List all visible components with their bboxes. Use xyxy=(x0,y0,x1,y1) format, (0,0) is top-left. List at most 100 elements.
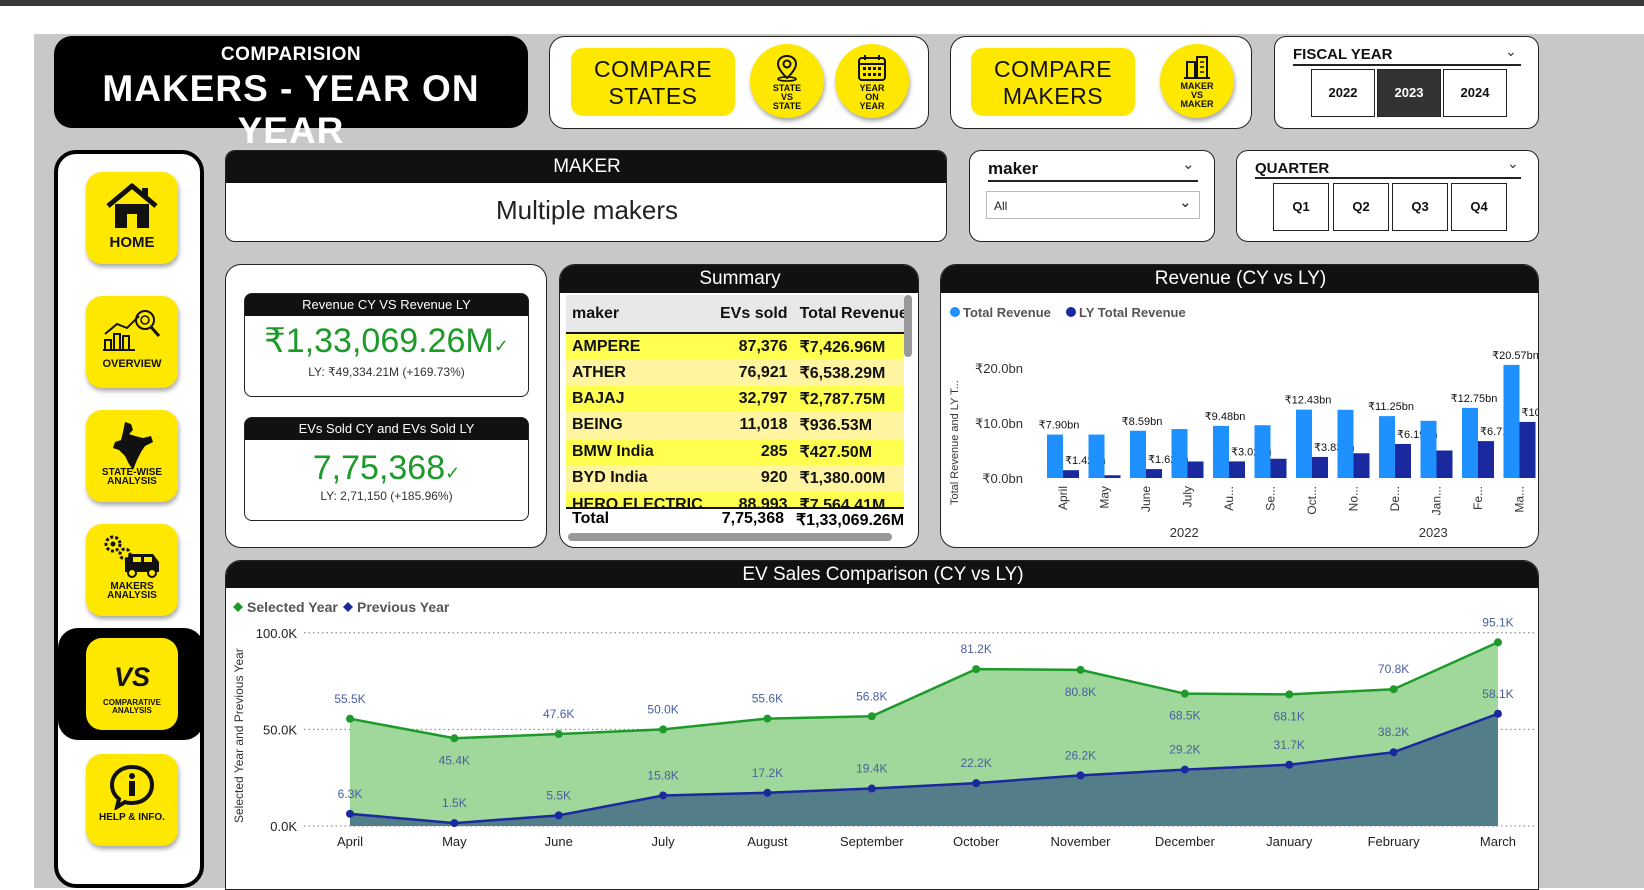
nav-help-button[interactable]: HELP & INFO. xyxy=(86,754,178,846)
cell-evs-sold: 11,018 xyxy=(739,416,788,434)
x-tick-label: February xyxy=(1368,834,1421,849)
chevron-down-icon[interactable]: ⌄ xyxy=(1505,43,1517,60)
table-row[interactable]: BMW India 285 ₹427.50M xyxy=(566,438,904,465)
data-label-total-revenue: ₹9.48bn xyxy=(1205,411,1246,423)
nav-state-wise-label-2: ANALYSIS xyxy=(107,476,157,487)
point-previous-year xyxy=(659,791,668,800)
bar-ly-revenue xyxy=(1395,443,1411,478)
summary-col-maker[interactable]: maker xyxy=(566,295,714,333)
quarter-q1[interactable]: Q1 xyxy=(1273,183,1329,231)
nav-state-wise-button[interactable]: STATE-WISE ANALYSIS xyxy=(86,410,178,502)
kpi-revenue-value-row: ₹1,33,069.26M✓ xyxy=(245,321,528,361)
summary-total-row: Total 7,75,368 ₹1,33,069.26M xyxy=(566,507,904,529)
maker-dropdown-value: All xyxy=(994,199,1008,213)
data-label-selected-year: 45.4K xyxy=(439,753,470,767)
summary-horizontal-scrollbar[interactable] xyxy=(568,533,892,541)
legend-label-total-revenue: Total Revenue xyxy=(963,305,1051,320)
cell-evs-sold: 87,376 xyxy=(738,337,788,355)
x-tick-label: January xyxy=(1266,834,1313,849)
summary-col-revenue[interactable]: Total Revenue xyxy=(794,295,904,333)
table-row[interactable]: BYD India 920 ₹1,380.00M xyxy=(566,464,904,492)
page-title: MAKERS - YEAR ON YEAR xyxy=(102,68,480,151)
point-selected-year xyxy=(1493,638,1502,647)
point-previous-year xyxy=(1076,771,1085,780)
point-previous-year xyxy=(346,809,354,818)
data-label-total-revenue: ₹7.90bn xyxy=(1039,420,1080,432)
nav-overview-button[interactable]: OVERVIEW xyxy=(86,296,178,388)
x-tick-label: September xyxy=(840,834,904,849)
maker-vs-maker-l3: MAKER xyxy=(1180,99,1214,109)
nav-help-label: HELP & INFO. xyxy=(99,812,165,823)
ev-sales-area-chart: Selected Year Previous Year Selected Year … xyxy=(232,599,1536,849)
compare-states-button[interactable]: COMPARE STATES xyxy=(571,48,735,116)
fiscal-year-2024[interactable]: 2024 xyxy=(1443,69,1507,117)
kpi-evs-value-row: 7,75,368✓ xyxy=(245,449,528,488)
summary-table: maker EVs sold Total Revenue AMPERE 87,37… xyxy=(566,295,904,507)
x-tick-label: December xyxy=(1155,834,1216,849)
chevron-down-icon[interactable]: ⌄ xyxy=(1182,155,1195,173)
data-label-total-revenue: ₹12.43bn xyxy=(1285,395,1332,407)
point-selected-year xyxy=(972,665,981,674)
y-tick-label: 50.0K xyxy=(263,722,297,737)
kpi-revenue-title: Revenue CY VS Revenue LY xyxy=(245,294,528,316)
cell-maker: BEING xyxy=(572,416,623,434)
chevron-down-icon[interactable]: ⌄ xyxy=(1507,155,1519,172)
point-previous-year xyxy=(763,788,772,797)
point-selected-year xyxy=(1076,665,1085,674)
data-label-selected-year: 47.6K xyxy=(543,707,574,721)
summary-vertical-scrollbar[interactable] xyxy=(904,295,912,357)
maker-vs-maker-button[interactable]: MAKER VS MAKER xyxy=(1160,44,1234,118)
x-tick-label: De... xyxy=(1388,486,1402,511)
state-vs-state-button[interactable]: STATE VS STATE xyxy=(750,44,824,118)
cell-maker: BAJAJ xyxy=(572,389,625,407)
kpi-evs-card: EVs Sold CY and EVs Sold LY 7,75,368✓ LY… xyxy=(244,417,529,521)
data-label-previous-year: 58.1K xyxy=(1482,687,1513,701)
revenue-chart-title: Revenue (CY vs LY) xyxy=(941,265,1538,293)
x-tick-label: November xyxy=(1051,834,1112,849)
bar-total-revenue xyxy=(1213,425,1229,478)
y-axis-title: Selected Year and Previous Year xyxy=(232,648,246,823)
page-subtitle: COMPARISION xyxy=(220,44,362,65)
point-previous-year xyxy=(1285,760,1294,769)
summary-title: Summary xyxy=(560,265,918,293)
bar-total-revenue xyxy=(1420,420,1437,478)
quarter-q4[interactable]: Q4 xyxy=(1451,183,1507,231)
point-previous-year xyxy=(1180,765,1189,774)
x-tick-label: April xyxy=(337,834,363,849)
quarter-q2[interactable]: Q2 xyxy=(1333,183,1389,231)
x-tick-label: June xyxy=(545,834,573,849)
checkmark-icon: ✓ xyxy=(493,336,509,356)
data-label-selected-year: 50.0K xyxy=(647,702,678,716)
chevron-down-icon: ⌄ xyxy=(1179,194,1192,211)
data-label-selected-year: 81.2K xyxy=(960,642,991,656)
point-selected-year xyxy=(1285,690,1294,699)
data-label-total-revenue: ₹12.75bn xyxy=(1451,393,1498,405)
compare-makers-button[interactable]: COMPARE MAKERS xyxy=(971,48,1135,116)
bar-ly-revenue xyxy=(1229,461,1245,478)
india-map-icon xyxy=(113,422,153,470)
fiscal-year-2022[interactable]: 2022 xyxy=(1311,69,1375,117)
x-tick-label: July xyxy=(652,834,676,849)
kpi-container: Revenue CY VS Revenue LY ₹1,33,069.26M✓ … xyxy=(225,264,547,548)
table-row[interactable]: BEING 11,018 ₹936.53M xyxy=(566,412,904,439)
point-selected-year xyxy=(1389,685,1398,694)
nav-comparative-button[interactable]: VS COMPARATIVE ANALYSIS xyxy=(86,638,178,730)
table-row[interactable]: AMPERE 87,376 ₹7,426.96M xyxy=(566,333,904,360)
cell-maker: BYD India xyxy=(572,469,648,487)
quarter-q3[interactable]: Q3 xyxy=(1392,183,1448,231)
table-row[interactable]: ATHER 76,921 ₹6,538.29M xyxy=(566,359,904,386)
table-row[interactable]: BAJAJ 32,797 ₹2,787.75M xyxy=(566,385,904,413)
x-tick-label: Fe... xyxy=(1471,486,1485,510)
point-previous-year xyxy=(1493,709,1502,718)
table-row[interactable]: HERO ELECTRIC 88,993 ₹7,564.41M xyxy=(566,491,904,507)
maker-dropdown[interactable]: All ⌄ xyxy=(986,191,1200,219)
nav-home-button[interactable]: HOME xyxy=(86,172,178,264)
summary-col-evs[interactable]: EVs sold xyxy=(714,295,794,333)
bar-ly-revenue xyxy=(1353,453,1370,478)
kpi-evs-value: 7,75,368 xyxy=(312,449,446,487)
year-on-year-button[interactable]: YEAR ON YEAR xyxy=(835,44,909,118)
kpi-revenue-ly: LY: ₹49,334.21M (+169.73%) xyxy=(308,365,465,379)
nav-makers-button[interactable]: MAKERS ANALYSIS xyxy=(86,524,178,616)
fiscal-year-2023[interactable]: 2023 xyxy=(1377,69,1441,117)
y-tick-label: 100.0K xyxy=(256,626,298,641)
